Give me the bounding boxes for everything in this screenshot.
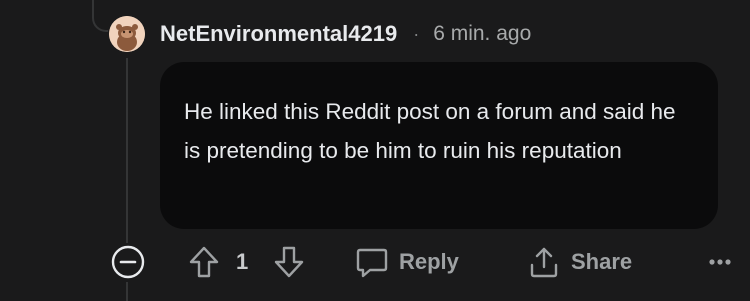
share-upload-icon [530, 247, 558, 278]
share-button[interactable]: Share [527, 242, 632, 282]
downvote-button[interactable] [273, 242, 305, 282]
comment-body: He linked this Reddit post on a forum an… [160, 62, 718, 229]
vote-count: 1 [236, 249, 249, 274]
comment-text: He linked this Reddit post on a forum an… [184, 99, 676, 163]
reply-label: Reply [399, 249, 459, 274]
speech-bubble-icon [356, 248, 388, 278]
avatar[interactable] [109, 16, 145, 52]
meta-separator: · [413, 23, 420, 44]
thread-connector-line [92, 0, 108, 32]
more-options-button[interactable] [700, 242, 740, 282]
downvote-arrow-icon [274, 246, 304, 278]
comment-header: NetEnvironmental4219 · 6 min. ago [160, 20, 531, 48]
reply-button[interactable]: Reply [355, 242, 459, 282]
upvote-button[interactable] [188, 242, 220, 282]
thread-line-continuation [126, 282, 128, 301]
share-label: Share [571, 249, 633, 274]
thread-line[interactable] [126, 58, 128, 243]
timestamp[interactable]: 6 min. ago [433, 22, 531, 46]
upvote-arrow-icon [189, 246, 219, 278]
more-dots-icon [709, 259, 731, 265]
snoo-avatar-icon [109, 16, 145, 52]
username-link[interactable]: NetEnvironmental4219 [160, 21, 397, 47]
comment-action-bar: 1 Reply Share [0, 242, 750, 282]
